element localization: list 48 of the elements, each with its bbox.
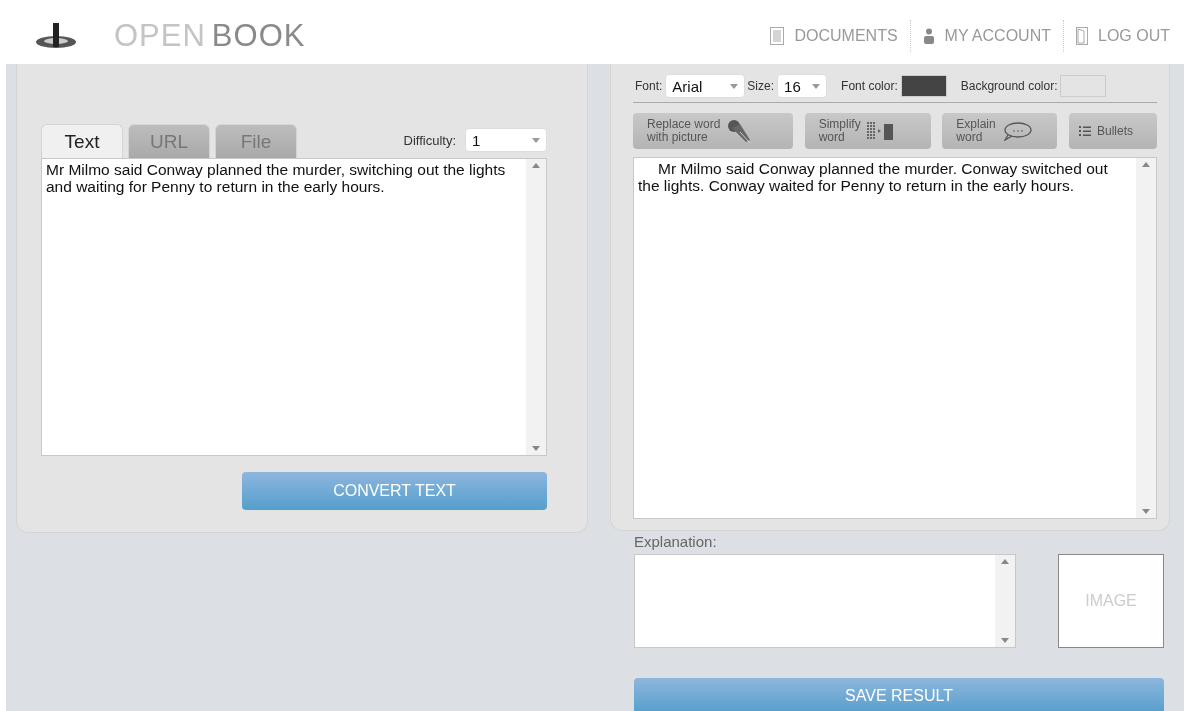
list-icon xyxy=(1078,125,1091,137)
background-color-picker[interactable] xyxy=(1060,75,1107,97)
pencil-icon xyxy=(726,118,753,144)
save-button[interactable]: SAVE RESULT xyxy=(634,678,1164,711)
font-dropdown[interactable]: Arial xyxy=(665,74,746,98)
font-color-picker[interactable] xyxy=(900,75,947,97)
scroll-down-icon xyxy=(1142,509,1150,514)
brand-name: BOOK xyxy=(211,18,306,54)
explanation-label: Explanation: xyxy=(634,533,718,550)
explanation-text-area[interactable] xyxy=(634,554,1016,648)
size-label: Size: xyxy=(747,79,775,93)
nav-link[interactable]: MY ACCOUNT xyxy=(916,27,1057,45)
scroll-down-icon xyxy=(1001,638,1009,643)
tool-button[interactable]: Bullets xyxy=(1068,113,1157,149)
caret-icon xyxy=(730,83,739,89)
brand-name: OPEN xyxy=(114,18,206,54)
tool-button[interactable]: Simplify word xyxy=(804,113,931,149)
scroll-up-icon xyxy=(1001,559,1009,564)
scrollbar[interactable] xyxy=(1136,158,1156,518)
difficulty-label: Difficulty: xyxy=(403,132,456,148)
logo-icon xyxy=(34,21,78,51)
input-text: Mr Milmo said Conway planned the murder, switching out the lights and waiting for Penny to return in the early hours. xyxy=(45,160,507,197)
difficulty-dropdown[interactable]: 1 xyxy=(465,128,547,152)
scroll-up-icon xyxy=(1142,162,1150,167)
caret-icon xyxy=(812,83,821,89)
scrollbar[interactable] xyxy=(526,159,546,455)
caret-icon xyxy=(532,137,540,143)
nav-link[interactable]: DOCUMENTS xyxy=(764,27,904,45)
nav-link[interactable]: LOG OUT xyxy=(1070,27,1176,45)
scroll-down-icon xyxy=(532,446,540,451)
output-text: Mr Milmo said Conway planned the murder. Conway switched out the lights. Conway waited for Penny to return in the early hours. xyxy=(637,159,1109,196)
speech-bubble-icon xyxy=(1001,121,1032,141)
output-text-area[interactable]: Mr Milmo said Conway planned the murder. Conway switched out the lights. Conway waited for Penny to return in the early hours. xyxy=(633,157,1157,519)
font-label: Font: xyxy=(635,79,663,93)
door-icon xyxy=(1076,27,1088,45)
document-icon xyxy=(770,27,785,45)
scroll-up-icon xyxy=(532,163,540,168)
input-text-area[interactable]: Mr Milmo said Conway planned the murder, switching out the lights and waiting for Penny to return in the early hours. xyxy=(41,158,547,456)
font-color-label: Font color: xyxy=(841,79,898,93)
background-color-label: Background color: xyxy=(960,79,1058,93)
scrollbar[interactable] xyxy=(995,555,1015,647)
tool-button[interactable]: Explain word xyxy=(942,113,1058,149)
tab[interactable]: Text xyxy=(41,124,123,158)
tool-button[interactable]: Replace word with picture xyxy=(633,113,793,149)
person-icon xyxy=(922,28,935,44)
size-dropdown[interactable]: 16 xyxy=(777,74,828,98)
convert-icon xyxy=(866,122,895,140)
convert-button[interactable]: CONVERT TEXT xyxy=(242,472,547,510)
